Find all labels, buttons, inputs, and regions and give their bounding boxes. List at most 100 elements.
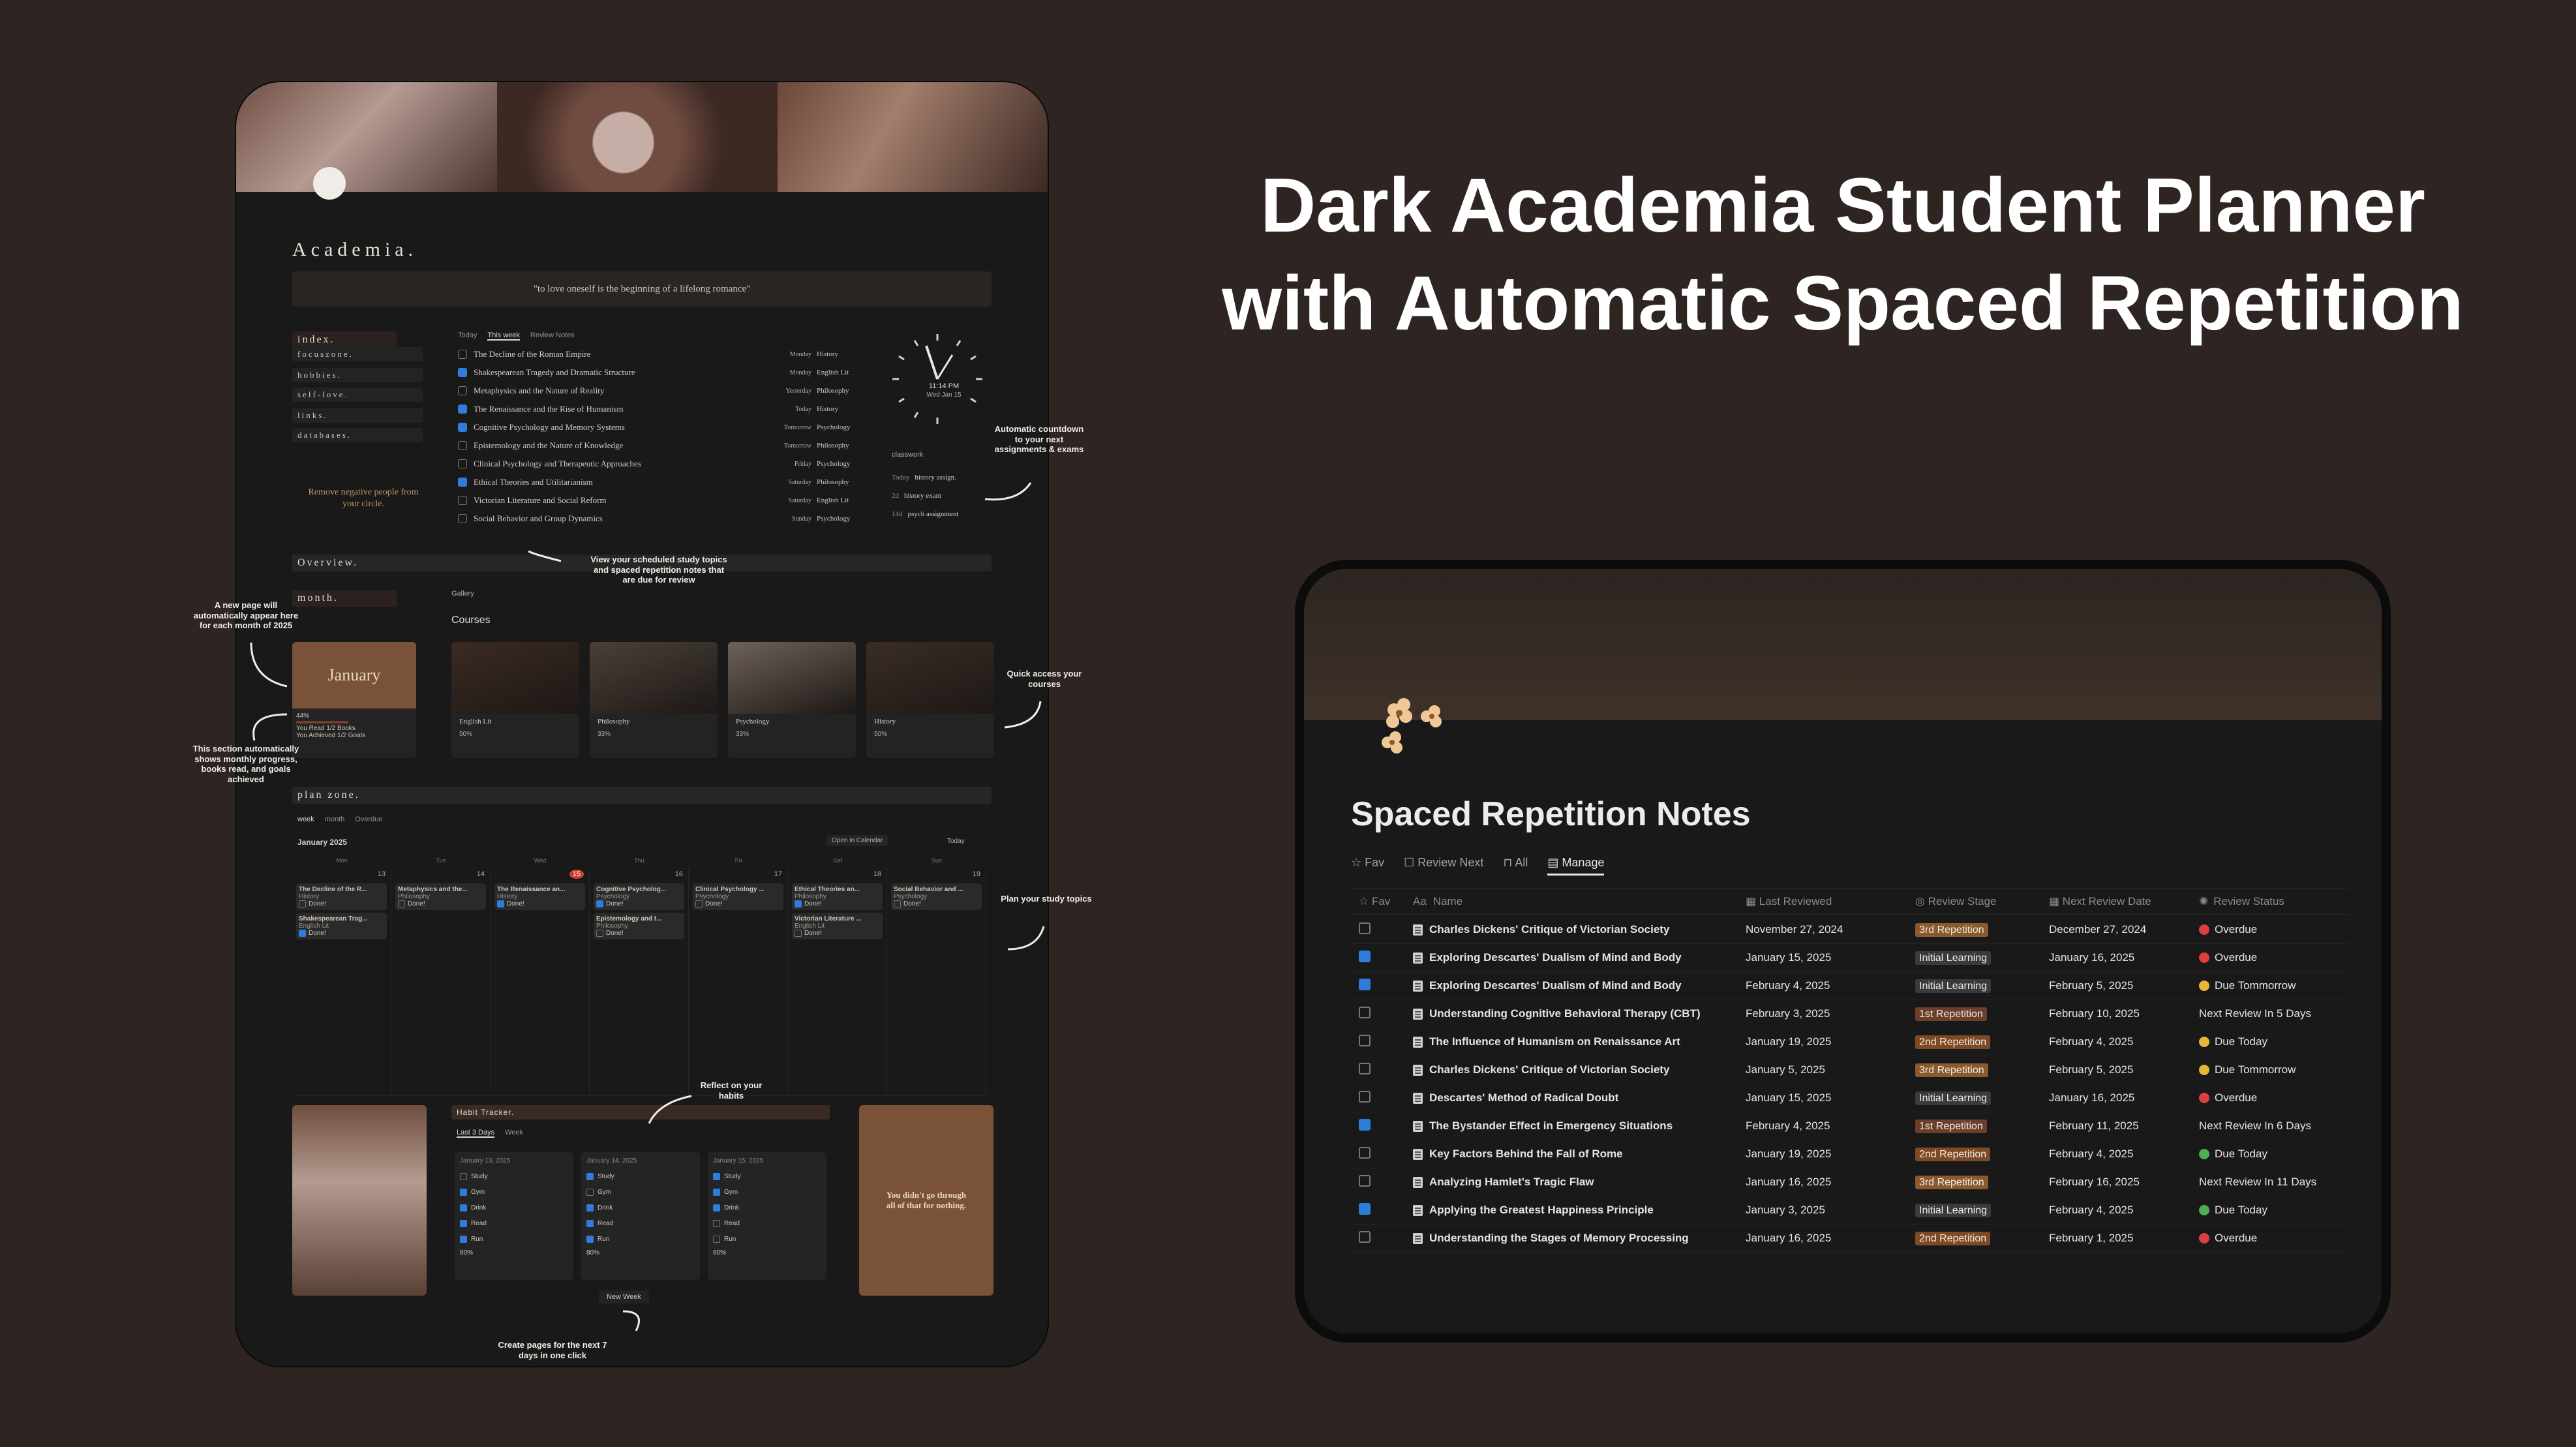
note-name[interactable]: Charles Dickens' Critique of Victorian S… xyxy=(1429,1063,1669,1076)
status-cell: Due Today xyxy=(2199,1148,2349,1161)
page-icon xyxy=(1413,1092,1423,1104)
table-row[interactable]: Key Factors Behind the Fall of Rome Janua… xyxy=(1351,1140,2349,1168)
status-text: Overdue xyxy=(2215,951,2258,964)
name-cell[interactable]: Key Factors Behind the Fall of Rome xyxy=(1413,1148,1746,1161)
note-name[interactable]: Understanding Cognitive Behavioral Thera… xyxy=(1429,1007,1701,1020)
stage-cell: 2nd Repetition xyxy=(1915,1035,2049,1049)
status-text: Due Today xyxy=(2215,1204,2267,1216)
table-row[interactable]: Exploring Descartes' Dualism of Mind and… xyxy=(1351,972,2349,1000)
fav-cell xyxy=(1351,922,1413,937)
status-cell: Due Tommorrow xyxy=(2199,1063,2349,1076)
stage-pill: 2nd Repetition xyxy=(1915,1035,1991,1049)
fav-checkbox[interactable] xyxy=(1359,1230,1371,1243)
fav-checkbox[interactable] xyxy=(1359,922,1371,934)
stage-pill: Initial Learning xyxy=(1915,979,1992,993)
name-cell[interactable]: Analyzing Hamlet's Tragic Flaw xyxy=(1413,1176,1746,1189)
stage-pill: 1st Repetition xyxy=(1915,1120,1987,1133)
status-dot xyxy=(2199,1149,2209,1159)
status-text: Due Tommorrow xyxy=(2215,979,2296,992)
name-cell[interactable]: Descartes' Method of Radical Doubt xyxy=(1413,1091,1746,1104)
stage-cell: Initial Learning xyxy=(1915,1091,2049,1105)
note-name[interactable]: Descartes' Method of Radical Doubt xyxy=(1429,1091,1618,1104)
page-icon xyxy=(1413,1232,1423,1244)
col-review-stage-label: Review Stage xyxy=(1928,895,1997,907)
view-tabs: ☆ Fav ☐ Review Next ⊓ All ▤ Manage xyxy=(1351,856,1605,876)
table-row[interactable]: Applying the Greatest Happiness Principl… xyxy=(1351,1196,2349,1225)
note-name[interactable]: The Bystander Effect in Emergency Situat… xyxy=(1429,1120,1673,1133)
name-cell[interactable]: Charles Dickens' Critique of Victorian S… xyxy=(1413,1063,1746,1076)
fav-cell xyxy=(1351,950,1413,966)
fav-checkbox[interactable] xyxy=(1359,1146,1371,1159)
name-cell[interactable]: The Bystander Effect in Emergency Situat… xyxy=(1413,1120,1746,1133)
note-name[interactable]: Understanding the Stages of Memory Proce… xyxy=(1429,1232,1689,1245)
col-review-stage[interactable]: ◎ Review Stage xyxy=(1915,895,2049,908)
fav-checkbox[interactable] xyxy=(1359,1006,1371,1018)
fav-checkbox[interactable] xyxy=(1359,1062,1371,1074)
table-row[interactable]: The Bystander Effect in Emergency Situat… xyxy=(1351,1112,2349,1140)
name-cell[interactable]: Exploring Descartes' Dualism of Mind and… xyxy=(1413,979,1746,992)
tab-review-next[interactable]: ☐ Review Next xyxy=(1404,856,1483,876)
note-name[interactable]: Exploring Descartes' Dualism of Mind and… xyxy=(1429,951,1682,964)
stage-cell: Initial Learning xyxy=(1915,1204,2049,1217)
note-name[interactable]: Exploring Descartes' Dualism of Mind and… xyxy=(1429,979,1682,992)
col-next-review[interactable]: ▦ Next Review Date xyxy=(2049,895,2199,908)
fav-checkbox[interactable] xyxy=(1359,1118,1371,1131)
table-row[interactable]: Understanding Cognitive Behavioral Thera… xyxy=(1351,1000,2349,1028)
fav-checkbox[interactable] xyxy=(1359,950,1371,962)
table-row[interactable]: Charles Dickens' Critique of Victorian S… xyxy=(1351,916,2349,944)
tab-all-label: All xyxy=(1515,856,1528,869)
table-row[interactable]: Descartes' Method of Radical Doubt Januar… xyxy=(1351,1084,2349,1112)
col-name[interactable]: Aa Name xyxy=(1413,895,1746,908)
table-row[interactable]: Charles Dickens' Critique of Victorian S… xyxy=(1351,1056,2349,1084)
fav-cell xyxy=(1351,1230,1413,1246)
cover-header xyxy=(1304,569,2382,720)
next-review-date: December 27, 2024 xyxy=(2049,923,2147,936)
col-fav[interactable]: ☆ Fav xyxy=(1351,895,1413,908)
stage-cell: 3rd Repetition xyxy=(1915,1063,2049,1077)
table-row[interactable]: Exploring Descartes' Dualism of Mind and… xyxy=(1351,944,2349,972)
note-name[interactable]: Charles Dickens' Critique of Victorian S… xyxy=(1429,923,1669,936)
fav-checkbox[interactable] xyxy=(1359,1202,1371,1215)
fav-checkbox[interactable] xyxy=(1359,978,1371,990)
fav-checkbox[interactable] xyxy=(1359,1090,1371,1103)
fav-checkbox[interactable] xyxy=(1359,1034,1371,1046)
note-name[interactable]: Key Factors Behind the Fall of Rome xyxy=(1429,1148,1623,1161)
tab-manage[interactable]: ▤ Manage xyxy=(1547,856,1605,876)
note-name[interactable]: Applying the Greatest Happiness Principl… xyxy=(1429,1204,1654,1217)
fav-checkbox[interactable] xyxy=(1359,1174,1371,1187)
note-name[interactable]: Analyzing Hamlet's Tragic Flaw xyxy=(1429,1176,1594,1189)
right-tablet: Spaced Repetition Notes ☆ Fav ☐ Review N… xyxy=(1295,560,2391,1343)
page-icon xyxy=(1413,924,1423,936)
tab-all[interactable]: ⊓ All xyxy=(1503,856,1528,876)
last-reviewed: January 19, 2025 xyxy=(1746,1035,1832,1048)
page-icon xyxy=(1413,952,1423,964)
status-dot xyxy=(2199,1065,2209,1075)
status-dot xyxy=(2199,924,2209,935)
status-cell: Next Review In 11 Days xyxy=(2199,1176,2349,1189)
col-review-status[interactable]: ✺ Review Status xyxy=(2199,895,2349,908)
fav-cell xyxy=(1351,1006,1413,1022)
name-cell[interactable]: The Influence of Humanism on Renaissance… xyxy=(1413,1035,1746,1048)
col-last-reviewed[interactable]: ▦ Last Reviewed xyxy=(1746,895,1915,908)
page-icon xyxy=(1413,980,1423,992)
name-cell[interactable]: Understanding Cognitive Behavioral Thera… xyxy=(1413,1007,1746,1020)
stage-pill: 2nd Repetition xyxy=(1915,1148,1991,1161)
table-row[interactable]: Analyzing Hamlet's Tragic Flaw January 16… xyxy=(1351,1168,2349,1196)
status-dot xyxy=(2199,1233,2209,1243)
table-row[interactable]: Understanding the Stages of Memory Proce… xyxy=(1351,1225,2349,1253)
table-row[interactable]: The Influence of Humanism on Renaissance… xyxy=(1351,1028,2349,1056)
name-cell[interactable]: Exploring Descartes' Dualism of Mind and… xyxy=(1413,951,1746,964)
stage-cell: 3rd Repetition xyxy=(1915,923,2049,937)
tab-fav-label: Fav xyxy=(1365,856,1385,869)
status-dot xyxy=(2199,1205,2209,1215)
next-review-date: February 5, 2025 xyxy=(2049,979,2134,992)
tab-fav[interactable]: ☆ Fav xyxy=(1351,856,1384,876)
note-name[interactable]: The Influence of Humanism on Renaissance… xyxy=(1429,1035,1680,1048)
stage-pill: Initial Learning xyxy=(1915,951,1992,965)
status-cell: Overdue xyxy=(2199,923,2349,936)
status-text: Next Review In 6 Days xyxy=(2199,1120,2311,1132)
status-text: Due Today xyxy=(2215,1148,2267,1160)
name-cell[interactable]: Applying the Greatest Happiness Principl… xyxy=(1413,1204,1746,1217)
name-cell[interactable]: Charles Dickens' Critique of Victorian S… xyxy=(1413,923,1746,936)
name-cell[interactable]: Understanding the Stages of Memory Proce… xyxy=(1413,1232,1746,1245)
